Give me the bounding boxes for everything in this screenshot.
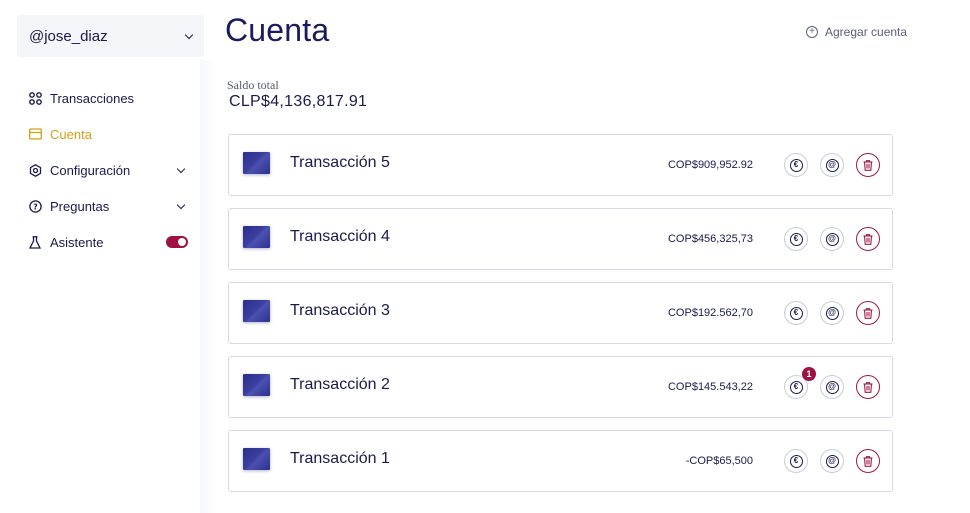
euro-button[interactable]: € (784, 227, 808, 251)
euro-icon: € (789, 232, 803, 246)
at-icon: @ (825, 454, 839, 468)
chevron-down-icon (184, 30, 194, 39)
sidebar-item-transacciones[interactable]: Transacciones (28, 80, 188, 116)
sidebar-divider (200, 60, 216, 513)
euro-icon: € (789, 454, 803, 468)
card-thumbnail (243, 300, 270, 322)
transaction-name: Transacción 1 (290, 450, 390, 467)
delete-button[interactable] (856, 449, 880, 473)
sidebar-nav: Transacciones Cuenta Configuración ? Pre… (28, 80, 188, 260)
sidebar-item-cuenta[interactable]: Cuenta (28, 116, 188, 152)
gear-icon (28, 163, 42, 177)
question-icon: ? (28, 199, 42, 213)
trash-icon (863, 455, 873, 467)
mention-button[interactable]: @ (820, 301, 844, 325)
mention-button[interactable]: @ (820, 153, 844, 177)
add-account-link[interactable]: + Agregar cuenta (806, 25, 907, 39)
chevron-down-icon (176, 200, 186, 209)
card-thumbnail (243, 374, 270, 396)
sidebar: @jose_diaz Transacciones Cuenta Configur… (0, 0, 212, 513)
balance-label: Saldo total (227, 78, 279, 92)
page-title: Cuenta (225, 12, 330, 48)
transaction-name: Transacción 2 (290, 376, 390, 393)
transaction-name: Transacción 3 (290, 302, 390, 319)
svg-text:?: ? (33, 202, 38, 211)
sidebar-item-preguntas[interactable]: ? Preguntas (28, 188, 188, 224)
trash-icon (863, 307, 873, 319)
transaction-card[interactable]: Transacción 3 COP$192.562,70 € @ (228, 282, 893, 344)
trash-icon (863, 233, 873, 245)
sidebar-item-label: Transacciones (50, 90, 135, 106)
notification-badge: 1 (802, 367, 816, 381)
euro-button[interactable]: € (784, 301, 808, 325)
user-switcher[interactable]: @jose_diaz (17, 15, 204, 57)
transaction-amount: COP$909,952.92 (667, 159, 753, 171)
mention-button[interactable]: @ (820, 227, 844, 251)
euro-icon: € (789, 380, 803, 394)
transaction-name: Transacción 4 (290, 228, 390, 245)
plus-icon: + (806, 26, 818, 38)
transaction-card[interactable]: Transacción 4 COP$456,325,73 € @ (228, 208, 893, 270)
transaction-card[interactable]: Transacción 1 -COP$65,500 € @ (228, 430, 893, 492)
wallet-icon (28, 127, 42, 141)
at-icon: @ (825, 158, 839, 172)
sidebar-item-label: Configuración (50, 162, 131, 178)
chevron-down-icon (176, 164, 186, 173)
at-icon: @ (825, 380, 839, 394)
trash-icon (863, 159, 873, 171)
balance-value: CLP$4,136,817.91 (229, 93, 368, 110)
transaction-card[interactable]: Transacción 2 COP$145.543,22 € 1 @ (228, 356, 893, 418)
delete-button[interactable] (856, 227, 880, 251)
assistant-toggle[interactable] (166, 236, 188, 248)
at-icon: @ (825, 306, 839, 320)
transaction-amount: COP$145.543,22 (667, 381, 753, 393)
mention-button[interactable]: @ (820, 375, 844, 399)
transaction-name: Transacción 5 (290, 154, 390, 171)
transaction-amount: COP$192.562,70 (667, 307, 753, 319)
sidebar-item-label: Cuenta (50, 126, 92, 142)
trash-icon (863, 381, 873, 393)
grid-icon (28, 91, 42, 105)
mention-button[interactable]: @ (820, 449, 844, 473)
transaction-amount: -COP$65,500 (685, 455, 753, 467)
card-thumbnail (243, 152, 270, 174)
euro-icon: € (789, 158, 803, 172)
user-handle: @jose_diaz (29, 27, 108, 45)
card-thumbnail (243, 226, 270, 248)
transaction-list: Transacción 5 COP$909,952.92 € @ Transac… (228, 134, 893, 504)
sidebar-item-label: Preguntas (50, 198, 110, 214)
euro-button[interactable]: € (784, 153, 808, 177)
sidebar-item-asistente[interactable]: Asistente (28, 224, 188, 260)
delete-button[interactable] (856, 301, 880, 325)
flask-icon (28, 235, 42, 249)
add-account-label: Agregar cuenta (825, 25, 908, 39)
sidebar-item-label: Asistente (50, 234, 104, 250)
transaction-card[interactable]: Transacción 5 COP$909,952.92 € @ (228, 134, 893, 196)
delete-button[interactable] (856, 375, 880, 399)
euro-icon: € (789, 306, 803, 320)
card-thumbnail (243, 448, 270, 470)
euro-button[interactable]: € 1 (784, 367, 816, 399)
sidebar-item-configuracion[interactable]: Configuración (28, 152, 188, 188)
delete-button[interactable] (856, 153, 880, 177)
euro-button[interactable]: € (784, 449, 808, 473)
at-icon: @ (825, 232, 839, 246)
transaction-amount: COP$456,325,73 (667, 233, 753, 245)
